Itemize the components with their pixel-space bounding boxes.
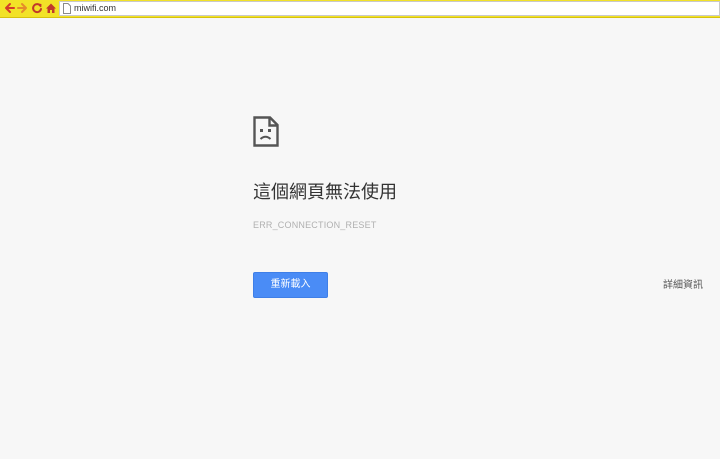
- forward-arrow-icon: [17, 3, 27, 13]
- home-icon: [46, 3, 56, 13]
- forward-button[interactable]: [16, 1, 30, 15]
- reload-button[interactable]: 重新載入: [253, 272, 328, 298]
- back-button[interactable]: [2, 1, 16, 15]
- browser-toolbar: miwifi.com: [0, 0, 720, 18]
- address-bar[interactable]: miwifi.com: [59, 1, 720, 16]
- error-page: 這個網頁無法使用 ERR_CONNECTION_RESET 重新載入 詳細資訊: [0, 18, 720, 459]
- back-arrow-icon: [5, 3, 15, 13]
- url-text[interactable]: miwifi.com: [74, 2, 116, 15]
- sad-tab-icon: [253, 116, 279, 147]
- reload-toolbar-button[interactable]: [30, 1, 44, 15]
- error-code: ERR_CONNECTION_RESET: [253, 220, 377, 230]
- reload-icon: [32, 3, 42, 14]
- home-button[interactable]: [44, 1, 58, 15]
- page-icon: [63, 3, 71, 14]
- details-button[interactable]: 詳細資訊: [663, 279, 703, 293]
- error-heading: 這個網頁無法使用: [253, 182, 397, 203]
